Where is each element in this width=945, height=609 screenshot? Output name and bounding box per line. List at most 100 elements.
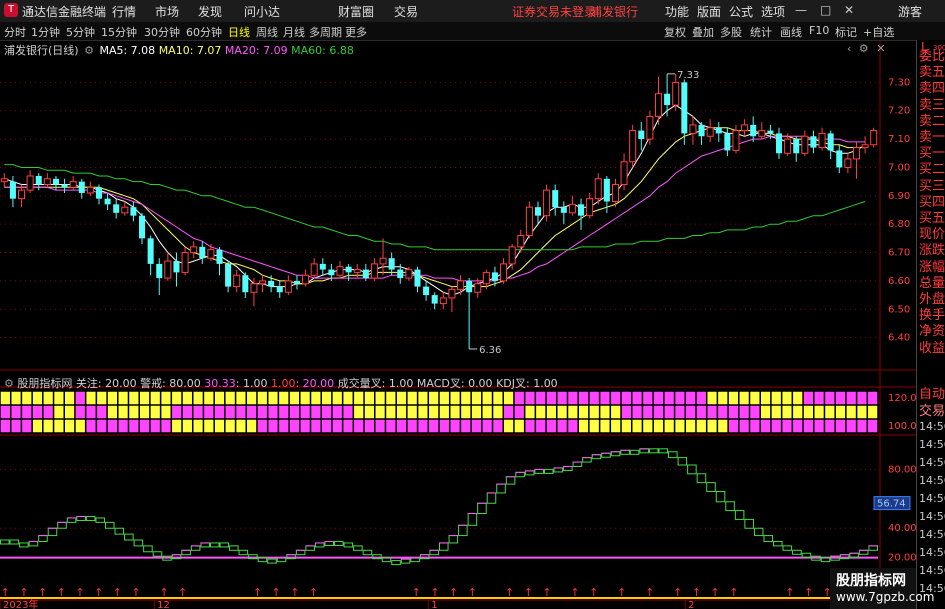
tool-huaxian[interactable]: 画线 bbox=[780, 24, 802, 40]
buy-arrow-icon: ↑ bbox=[309, 586, 318, 599]
period-5min[interactable]: 5分钟 bbox=[66, 24, 95, 40]
candle-body bbox=[345, 266, 352, 273]
sub-v2: : 1.00 bbox=[235, 377, 268, 390]
signal-cell bbox=[749, 405, 760, 419]
menu-gongneng[interactable]: 功能 bbox=[665, 3, 689, 20]
candle-body bbox=[43, 178, 51, 185]
period-60min[interactable]: 60分钟 bbox=[186, 24, 222, 40]
menu-xuanxiang[interactable]: 选项 bbox=[761, 3, 785, 20]
period-more[interactable]: 更多 bbox=[345, 24, 367, 40]
menu-caifuquan[interactable]: 财富圈 bbox=[338, 3, 374, 20]
candle-body bbox=[423, 286, 430, 296]
candle-body bbox=[173, 261, 180, 273]
menu-faxian[interactable]: 发现 bbox=[198, 3, 222, 20]
chevron-left-icon[interactable]: ‹ bbox=[847, 42, 851, 55]
panel-item-13: 涨幅 bbox=[919, 259, 945, 275]
signal-cell bbox=[150, 419, 161, 433]
minimize-icon[interactable]: — bbox=[795, 3, 807, 17]
period-30min[interactable]: 30分钟 bbox=[144, 24, 180, 40]
menu-shichang[interactable]: 市场 bbox=[155, 3, 179, 20]
period-multi[interactable]: 多周期 bbox=[309, 24, 342, 40]
tool-diejia[interactable]: 叠加 bbox=[692, 24, 714, 40]
signal-cell bbox=[653, 391, 664, 405]
candle-body bbox=[500, 263, 508, 282]
period-15min[interactable]: 15分钟 bbox=[101, 24, 137, 40]
period-1min[interactable]: 1分钟 bbox=[31, 24, 60, 40]
signal-cell bbox=[332, 405, 343, 419]
signal-cell bbox=[460, 405, 471, 419]
signal-cell bbox=[75, 391, 86, 405]
tool-tongji[interactable]: 统计 bbox=[750, 24, 772, 40]
candle-body bbox=[268, 280, 275, 287]
buy-arrow-icon: ↑ bbox=[505, 586, 514, 599]
osc-step-box bbox=[209, 542, 220, 548]
buy-arrow-icon: ↑ bbox=[645, 586, 654, 599]
osc-step-box bbox=[782, 545, 793, 551]
title-bar: T 通达信金融终端 行情 市场 发现 问小达 财富圈 交易 证券交易未登录 浦发… bbox=[0, 0, 945, 23]
signal-cell bbox=[835, 405, 846, 419]
signal-cell bbox=[278, 391, 289, 405]
signal-cell bbox=[557, 405, 568, 419]
tool-f10[interactable]: F10 bbox=[809, 24, 829, 37]
candle-body bbox=[646, 115, 654, 140]
signal-cell bbox=[653, 405, 664, 419]
candle-body bbox=[620, 161, 628, 185]
panel-auto[interactable]: 自动 bbox=[919, 386, 945, 403]
candle-body bbox=[611, 183, 619, 202]
candle-body bbox=[61, 184, 68, 188]
tool-fuquan[interactable]: 复权 bbox=[664, 24, 686, 40]
period-fenshi[interactable]: 分时 bbox=[4, 24, 26, 40]
candle-body bbox=[491, 272, 498, 281]
panel-item-11: 现价 bbox=[919, 227, 945, 243]
period-weekly[interactable]: 周线 bbox=[256, 24, 278, 40]
sub-legend: ⚙ 股朋指标网 关注: 20.00 警戒: 80.00 30.33: 1.00 … bbox=[4, 375, 558, 391]
close-panel-icon[interactable]: ✕ bbox=[876, 42, 885, 55]
tool-biaoji[interactable]: 标记 bbox=[835, 24, 857, 40]
tool-duogu[interactable]: 多股 bbox=[720, 24, 742, 40]
period-monthly[interactable]: 月线 bbox=[283, 24, 305, 40]
osc-step-box bbox=[858, 549, 869, 555]
signal-cell bbox=[514, 405, 525, 419]
candle-body bbox=[517, 235, 525, 248]
panel-trade[interactable]: 交易 bbox=[919, 403, 945, 420]
menu-jiaoyi[interactable]: 交易 bbox=[394, 3, 418, 20]
menu-hangqing[interactable]: 行情 bbox=[112, 3, 136, 20]
menu-gongshi[interactable]: 公式 bbox=[729, 3, 753, 20]
signal-cell bbox=[267, 405, 279, 419]
signal-cell bbox=[439, 391, 450, 405]
osc-step-box bbox=[601, 452, 611, 458]
panel-time-5: 14:56 bbox=[919, 510, 945, 523]
candle-body bbox=[629, 130, 637, 163]
signal-cell bbox=[824, 391, 835, 405]
signal-cell bbox=[428, 419, 439, 433]
signal-cell bbox=[760, 391, 771, 405]
signal-cell bbox=[524, 405, 536, 419]
settings-small-icon[interactable]: ⚙ bbox=[859, 42, 869, 55]
osc-step-box bbox=[620, 449, 630, 455]
candle-body bbox=[319, 263, 326, 270]
ma5-legend: MA5: 7.08 bbox=[99, 44, 156, 57]
login-warning[interactable]: 证券交易未登录 bbox=[512, 3, 596, 20]
signal-cell bbox=[32, 391, 43, 405]
signal-cell bbox=[567, 419, 578, 433]
restore-icon[interactable]: □ bbox=[820, 3, 831, 17]
signal-cell bbox=[353, 419, 364, 433]
signal-cell bbox=[396, 419, 407, 433]
annotation-label: 6.36 bbox=[479, 345, 501, 356]
candle-body bbox=[414, 269, 421, 287]
tool-add-watchlist[interactable]: +自选 bbox=[863, 24, 894, 40]
menu-wenxiaoda[interactable]: 问小达 bbox=[244, 3, 280, 20]
sub-chart-gear-icon[interactable]: ⚙ bbox=[4, 377, 14, 390]
period-daily[interactable]: 日线 bbox=[228, 24, 250, 40]
signal-cell bbox=[867, 391, 878, 405]
close-icon[interactable]: ✕ bbox=[844, 3, 854, 17]
settings-gear-icon[interactable]: ⚙ bbox=[84, 44, 94, 57]
signal-cell bbox=[53, 391, 64, 405]
panel-time-2: 14:56 bbox=[919, 456, 945, 469]
signal-cell bbox=[139, 419, 150, 433]
menu-banmian[interactable]: 版面 bbox=[697, 3, 721, 20]
buy-arrow-icon: ↑ bbox=[729, 586, 738, 599]
ma20-legend: MA20: 7.09 bbox=[224, 44, 288, 57]
kline-chart-area[interactable]: 7.30 7.20 7.10 7.00 6.90 6.80 6.70 6.60 6.50 6.40… bbox=[0, 40, 916, 609]
user-guest[interactable]: 游客 bbox=[898, 3, 922, 20]
